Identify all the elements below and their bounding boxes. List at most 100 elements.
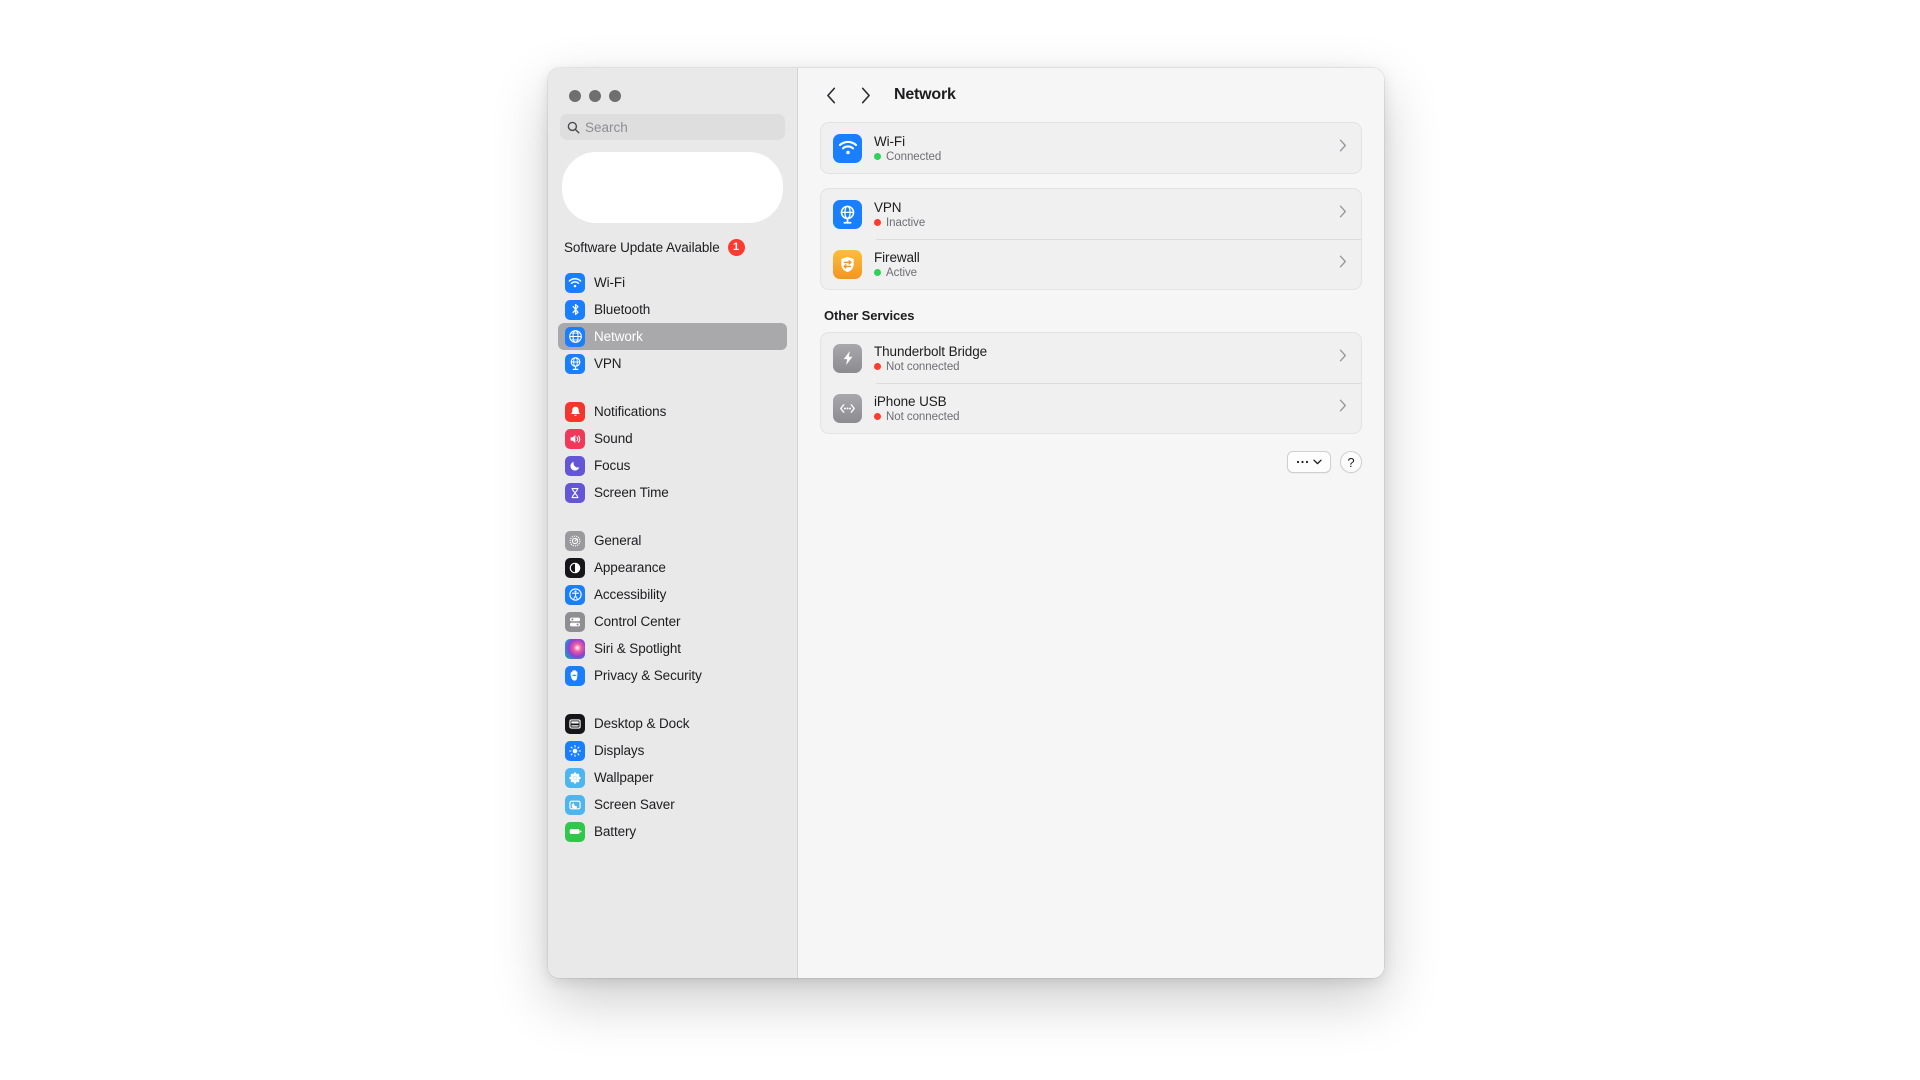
sidebar-item-displays[interactable]: Displays [558,737,787,764]
minimize-button[interactable] [589,90,601,102]
sidebar-item-wallpaper[interactable]: Wallpaper [558,764,787,791]
sidebar-item-label: Privacy & Security [594,668,702,683]
sidebar-item-label: Notifications [594,404,667,419]
software-update-row[interactable]: Software Update Available 1 [548,223,797,256]
sidebar-item-bluetooth[interactable]: Bluetooth [558,296,787,323]
chevron-down-icon [1313,459,1322,465]
sidebar: Software Update Available 1 Wi-Fi [548,68,798,978]
status-label: Not connected [886,360,960,373]
vpn-globe-icon [833,199,862,229]
service-row-firewall[interactable]: Firewall Active [821,239,1361,289]
sidebar-item-label: VPN [594,356,622,371]
search-field[interactable] [560,114,785,140]
sidebar-group-alerts: Notifications Sound Focus Screen Time [548,398,797,506]
other-services-card: Thunderbolt Bridge Not connected iPhone … [820,332,1362,434]
back-button[interactable] [817,81,845,109]
service-name: Wi-Fi [874,133,905,149]
sidebar-item-sound[interactable]: Sound [558,425,787,452]
service-status: Inactive [874,217,1339,229]
moon-icon [565,455,585,476]
status-label: Not connected [886,410,960,423]
status-dot-not-connected [874,363,881,370]
sidebar-item-screen-time[interactable]: Screen Time [558,479,787,506]
search-input[interactable] [585,119,778,135]
search-icon [567,121,580,134]
service-text: Wi-Fi Connected [874,134,1339,163]
sidebar-item-privacy-security[interactable]: Privacy & Security [558,662,787,689]
sidebar-item-label: Focus [594,458,631,473]
sidebar-item-label: Appearance [594,560,666,575]
screen-saver-icon [565,794,585,815]
sidebar-item-label: General [594,533,642,548]
bluetooth-icon [565,299,585,320]
service-name: iPhone USB [874,393,947,409]
sidebar-item-desktop-dock[interactable]: Desktop & Dock [558,710,787,737]
sidebar-item-focus[interactable]: Focus [558,452,787,479]
zoom-button[interactable] [609,90,621,102]
sidebar-item-label: Network [594,329,643,344]
vpn-globe-icon [565,353,585,374]
sidebar-item-vpn[interactable]: VPN [558,350,787,377]
sidebar-item-label: Wi-Fi [594,275,625,290]
forward-button[interactable] [851,81,879,109]
more-options-button[interactable] [1287,451,1331,473]
sidebar-item-screen-saver[interactable]: Screen Saver [558,791,787,818]
control-center-toggles-icon [565,611,585,632]
chevron-right-icon [861,87,870,103]
chevron-left-icon [826,87,835,103]
service-row-wi-fi[interactable]: Wi-Fi Connected [821,123,1361,173]
other-services-header: Other Services [824,308,915,323]
toolbar: Network [798,68,1384,122]
service-text: Thunderbolt Bridge Not connected [874,344,1339,373]
displays-sun-icon [565,740,585,761]
sidebar-item-network[interactable]: Network [558,323,787,350]
network-globe-icon [565,326,585,347]
chevron-right-icon [1339,349,1347,367]
firewall-shield-icon [833,249,862,279]
sidebar-item-label: Control Center [594,614,681,629]
sidebar-item-appearance[interactable]: Appearance [558,554,787,581]
service-text: VPN Inactive [874,200,1339,229]
status-dot-inactive [874,219,881,226]
chevron-right-icon [1339,139,1347,157]
sidebar-item-general[interactable]: General [558,527,787,554]
sidebar-item-wi-fi[interactable]: Wi-Fi [558,269,787,296]
privacy-hand-icon [565,665,585,686]
hourglass-icon [565,482,585,503]
sidebar-item-accessibility[interactable]: Accessibility [558,581,787,608]
sidebar-group-desktop: Desktop & Dock Displays Wallpaper Screen… [548,710,797,845]
service-row-thunderbolt-bridge[interactable]: Thunderbolt Bridge Not connected [821,333,1361,383]
account-card-redacted [562,152,783,223]
chevron-right-icon [1339,399,1347,417]
service-row-iphone-usb[interactable]: iPhone USB Not connected [821,383,1361,433]
service-name: VPN [874,199,902,215]
screen: Software Update Available 1 Wi-Fi [0,0,1920,1080]
close-button[interactable] [569,90,581,102]
sidebar-item-control-center[interactable]: Control Center [558,608,787,635]
service-text: iPhone USB Not connected [874,394,1339,423]
sidebar-item-battery[interactable]: Battery [558,818,787,845]
sidebar-item-label: Screen Saver [594,797,675,812]
accessibility-person-icon [565,584,585,605]
software-update-label: Software Update Available [564,240,720,255]
iphone-usb-icon [833,393,862,423]
help-button[interactable]: ? [1340,451,1362,473]
service-status: Not connected [874,361,1339,373]
system-settings-window: Software Update Available 1 Wi-Fi [548,68,1384,978]
sidebar-item-siri-spotlight[interactable]: Siri & Spotlight [558,635,787,662]
service-text: Firewall Active [874,250,1339,279]
service-row-vpn[interactable]: VPN Inactive [821,189,1361,239]
chevron-right-icon [1339,205,1347,223]
status-dot-active [874,269,881,276]
sidebar-item-label: Wallpaper [594,770,654,785]
wifi-icon [565,272,585,293]
software-update-badge: 1 [727,239,745,256]
wifi-icon [833,133,862,163]
service-status: Not connected [874,411,1339,423]
sidebar-item-label: Screen Time [594,485,669,500]
service-status: Active [874,267,1339,279]
service-name: Firewall [874,249,920,265]
sidebar-item-label: Siri & Spotlight [594,641,681,656]
sidebar-item-notifications[interactable]: Notifications [558,398,787,425]
sidebar-item-label: Desktop & Dock [594,716,690,731]
